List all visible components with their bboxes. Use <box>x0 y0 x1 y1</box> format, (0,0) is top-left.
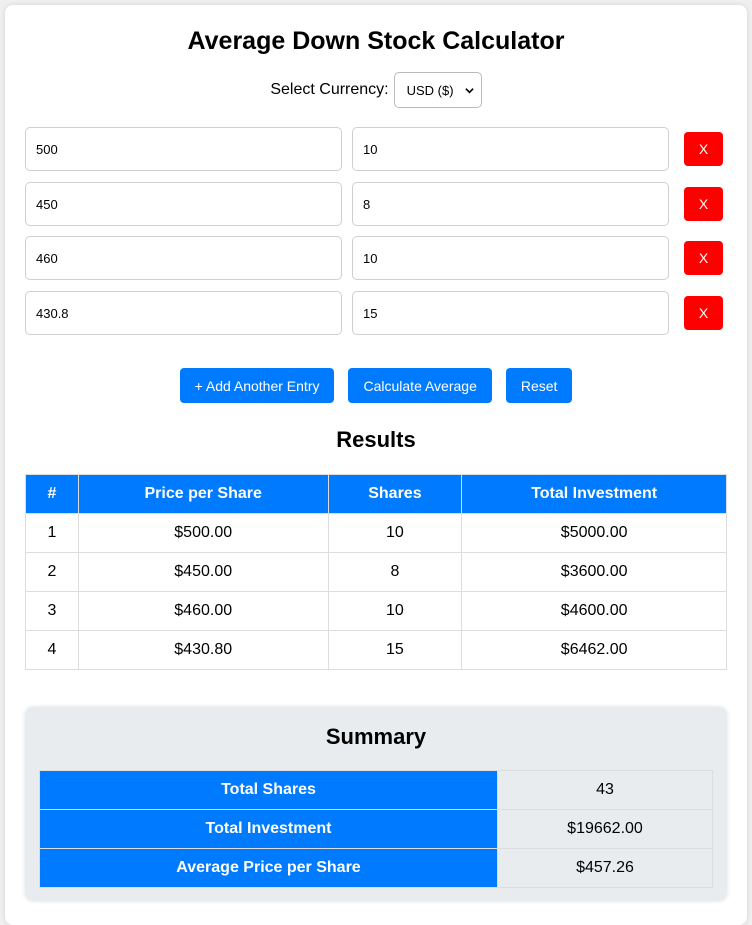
calculator-card: Average Down Stock Calculator Select Cur… <box>5 5 747 925</box>
summary-panel: Summary Total Shares 43 Total Investment… <box>25 707 727 901</box>
column-header-price: Price per Share <box>77 474 329 514</box>
cell-index: 3 <box>25 591 79 631</box>
entry-row: 460 10 X <box>25 236 725 280</box>
price-input[interactable]: 450 <box>25 182 342 226</box>
remove-entry-button[interactable]: X <box>684 132 723 166</box>
column-header-index: # <box>25 474 79 514</box>
results-title: Results <box>336 427 416 452</box>
shares-input-value: 15 <box>363 305 378 321</box>
summary-value-total-shares: 43 <box>497 770 713 810</box>
table-row: 2 $450.00 8 $3600.00 <box>25 552 727 592</box>
price-input-value: 450 <box>36 196 58 212</box>
table-row: 1 $500.00 10 $5000.00 <box>25 513 727 553</box>
cell-shares: 10 <box>327 513 463 553</box>
summary-row: Total Shares 43 <box>39 770 713 810</box>
remove-entry-button[interactable]: X <box>684 187 723 221</box>
results-table: # Price per Share Shares Total Investmen… <box>25 474 727 670</box>
summary-row: Total Investment $19662.00 <box>39 809 713 849</box>
price-input[interactable]: 430.8 <box>25 291 342 335</box>
action-buttons: + Add Another Entry Calculate Average Re… <box>5 368 747 403</box>
column-header-total: Total Investment <box>461 474 727 514</box>
shares-input-value: 10 <box>363 141 378 157</box>
price-input-value: 430.8 <box>36 305 69 321</box>
entry-row: 450 8 X <box>25 182 725 226</box>
entry-row: 430.8 15 X <box>25 291 725 335</box>
price-input-value: 460 <box>36 250 58 266</box>
cell-shares: 15 <box>327 630 463 670</box>
cell-price: $500.00 <box>77 513 329 553</box>
cell-price: $430.80 <box>77 630 329 670</box>
reset-button[interactable]: Reset <box>505 368 573 403</box>
cell-price: $460.00 <box>77 591 329 631</box>
shares-input[interactable]: 10 <box>352 127 669 171</box>
currency-row: Select Currency: USD ($) <box>5 72 747 108</box>
cell-shares: 10 <box>327 591 463 631</box>
summary-row: Average Price per Share $457.26 <box>39 848 713 888</box>
shares-input-value: 10 <box>363 250 378 266</box>
cell-total: $3600.00 <box>461 552 727 592</box>
currency-label: Select Currency: <box>270 81 389 98</box>
cell-index: 1 <box>25 513 79 553</box>
results-header-row: # Price per Share Shares Total Investmen… <box>25 474 727 514</box>
page-title: Average Down Stock Calculator <box>187 27 565 55</box>
column-header-shares: Shares <box>327 474 463 514</box>
summary-label-total-shares: Total Shares <box>39 770 498 810</box>
cell-index: 4 <box>25 630 79 670</box>
price-input[interactable]: 500 <box>25 127 342 171</box>
cell-price: $450.00 <box>77 552 329 592</box>
shares-input[interactable]: 15 <box>352 291 669 335</box>
cell-total: $6462.00 <box>461 630 727 670</box>
summary-label-average-price: Average Price per Share <box>39 848 498 888</box>
summary-title: Summary <box>325 724 427 749</box>
add-entry-button[interactable]: + Add Another Entry <box>179 368 335 403</box>
price-input[interactable]: 460 <box>25 236 342 280</box>
summary-label-total-investment: Total Investment <box>39 809 498 849</box>
remove-entry-button[interactable]: X <box>684 296 723 330</box>
shares-input[interactable]: 8 <box>352 182 669 226</box>
price-input-value: 500 <box>36 141 58 157</box>
chevron-down-icon <box>464 87 474 93</box>
cell-shares: 8 <box>327 552 463 592</box>
summary-value-total-investment: $19662.00 <box>497 809 713 849</box>
calculate-button[interactable]: Calculate Average <box>348 368 492 403</box>
cell-total: $5000.00 <box>461 513 727 553</box>
currency-select[interactable]: USD ($) <box>393 72 482 108</box>
entry-row: 500 10 X <box>25 127 725 171</box>
cell-total: $4600.00 <box>461 591 727 631</box>
table-row: 4 $430.80 15 $6462.00 <box>25 630 727 670</box>
summary-table: Total Shares 43 Total Investment $19662.… <box>39 770 713 888</box>
cell-index: 2 <box>25 552 79 592</box>
summary-value-average-price: $457.26 <box>497 848 713 888</box>
shares-input-value: 8 <box>363 196 371 212</box>
currency-select-value: USD ($) <box>406 82 454 98</box>
remove-entry-button[interactable]: X <box>684 241 723 275</box>
shares-input[interactable]: 10 <box>352 236 669 280</box>
table-row: 3 $460.00 10 $4600.00 <box>25 591 727 631</box>
